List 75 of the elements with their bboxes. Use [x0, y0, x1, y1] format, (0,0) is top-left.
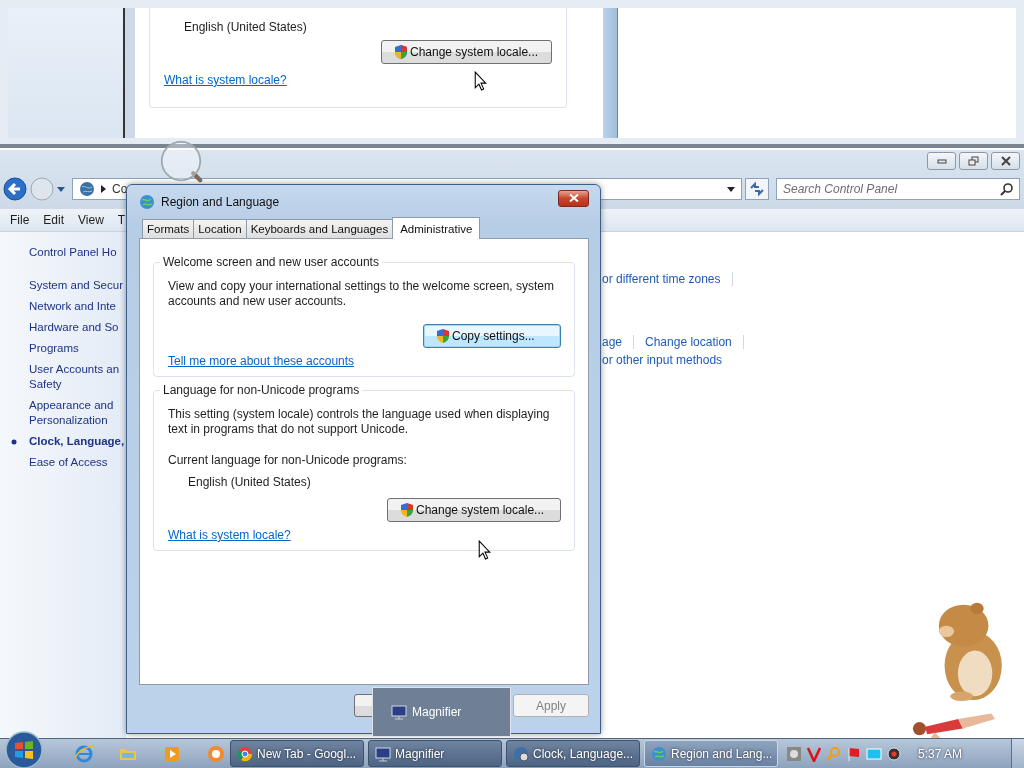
locale-help-link[interactable]: What is system locale?	[164, 73, 287, 87]
sidebar-link[interactable]: Control Panel Ho	[29, 245, 126, 260]
tab[interactable]: Formats	[142, 219, 195, 238]
globe-icon	[513, 745, 529, 762]
shield-icon	[400, 503, 414, 517]
restore-icon	[967, 156, 980, 166]
change-locale-button[interactable]: Change system locale...	[381, 40, 552, 64]
menu-item[interactable]: T	[117, 213, 126, 227]
tab[interactable]: Location	[193, 219, 247, 238]
sidebar-link[interactable]: Programs	[29, 341, 126, 356]
window-title: Region and Language	[161, 195, 281, 209]
sidebar-link[interactable]: Clock, Language,	[29, 434, 126, 449]
back-button[interactable]	[3, 177, 27, 201]
help-link[interactable]: What is system locale?	[168, 528, 291, 542]
group-title: Language for non-Unicode programs	[162, 383, 361, 397]
chevron-icon	[101, 185, 106, 193]
minimize-icon	[935, 156, 948, 166]
tab[interactable]: Administrative	[392, 217, 481, 239]
group-title: Welcome screen and new user accounts	[162, 255, 380, 269]
restore-button[interactable]	[959, 152, 988, 170]
menu-item[interactable]: View	[78, 213, 104, 227]
sidebar-link[interactable]: System and Secur	[29, 278, 126, 293]
sidebar-link[interactable]: Ease of Access	[29, 455, 126, 470]
close-icon	[999, 156, 1012, 166]
preview-title: Magnifier	[412, 705, 462, 719]
shield-icon	[436, 329, 450, 343]
start-button[interactable]	[4, 729, 44, 768]
taskbar-button[interactable]: Magnifier	[368, 740, 502, 767]
speaker-icon[interactable]	[886, 745, 902, 762]
show-desktop-button[interactable]	[1011, 738, 1024, 768]
cursor-icon	[474, 71, 487, 91]
minimize-button[interactable]	[927, 152, 956, 170]
task-link[interactable]: or different time zones	[602, 272, 721, 286]
help-link[interactable]: Tell me more about these accounts	[168, 354, 355, 368]
monitor-icon	[391, 704, 407, 720]
action-button[interactable]: Change system locale...	[387, 498, 561, 522]
taskbar-button[interactable]: Clock, Language...	[506, 740, 640, 767]
locale-value: English (United States)	[188, 475, 312, 489]
locale-value: English (United States)	[183, 20, 308, 34]
taskbar-button[interactable]: New Tab - Googl...	[230, 740, 364, 767]
sidebar-link[interactable]: User Accounts an Safety	[29, 362, 126, 392]
flag-icon[interactable]	[846, 745, 862, 762]
refresh-button[interactable]	[745, 178, 769, 200]
shield-icon	[394, 45, 408, 59]
description-text: View and copy your international settings to the welcome screen, system accounts and new user accounts.	[168, 279, 555, 309]
sidebar-link[interactable]: Network and Inte	[29, 299, 126, 314]
browser-icon	[237, 745, 253, 762]
task-link[interactable]: or other input methods	[602, 353, 723, 367]
search-field[interactable]: Search Control Panel	[776, 178, 1020, 200]
cursor-icon	[478, 540, 491, 560]
task-link[interactable]: age	[602, 335, 623, 349]
sidebar-link[interactable]: Hardware and So	[29, 320, 126, 335]
browser-icon[interactable]	[74, 743, 94, 764]
close-button[interactable]	[558, 189, 589, 207]
globe-icon	[79, 181, 95, 197]
globe-icon	[651, 745, 667, 762]
caret-icon[interactable]	[57, 186, 65, 192]
globe-icon	[139, 194, 155, 210]
monitor-icon	[375, 745, 391, 762]
tab[interactable]: Keyboards and Languages	[245, 219, 394, 238]
description-text: This setting (system locale) controls the language used when displaying text in programs that do not support Unicode.	[168, 407, 551, 437]
menu-item[interactable]: Edit	[43, 213, 65, 227]
dropdown-icon[interactable]	[727, 186, 735, 192]
close-button[interactable]	[991, 152, 1020, 170]
thumbnail-tooltip[interactable]: Magnifier	[372, 687, 511, 737]
refresh-icon	[749, 181, 765, 197]
menu-item[interactable]: File	[10, 213, 30, 227]
field-label: Current language for non-Unicode programs:	[168, 453, 408, 467]
search-icon	[1000, 182, 1014, 196]
app-icon[interactable]	[786, 745, 802, 762]
app-icon[interactable]	[206, 743, 226, 764]
close-icon	[568, 194, 579, 202]
task-link[interactable]: Change location	[645, 335, 732, 349]
action-button[interactable]: Copy settings...	[423, 324, 561, 348]
sidebar-link[interactable]: Appearance and Personalization	[29, 398, 126, 428]
